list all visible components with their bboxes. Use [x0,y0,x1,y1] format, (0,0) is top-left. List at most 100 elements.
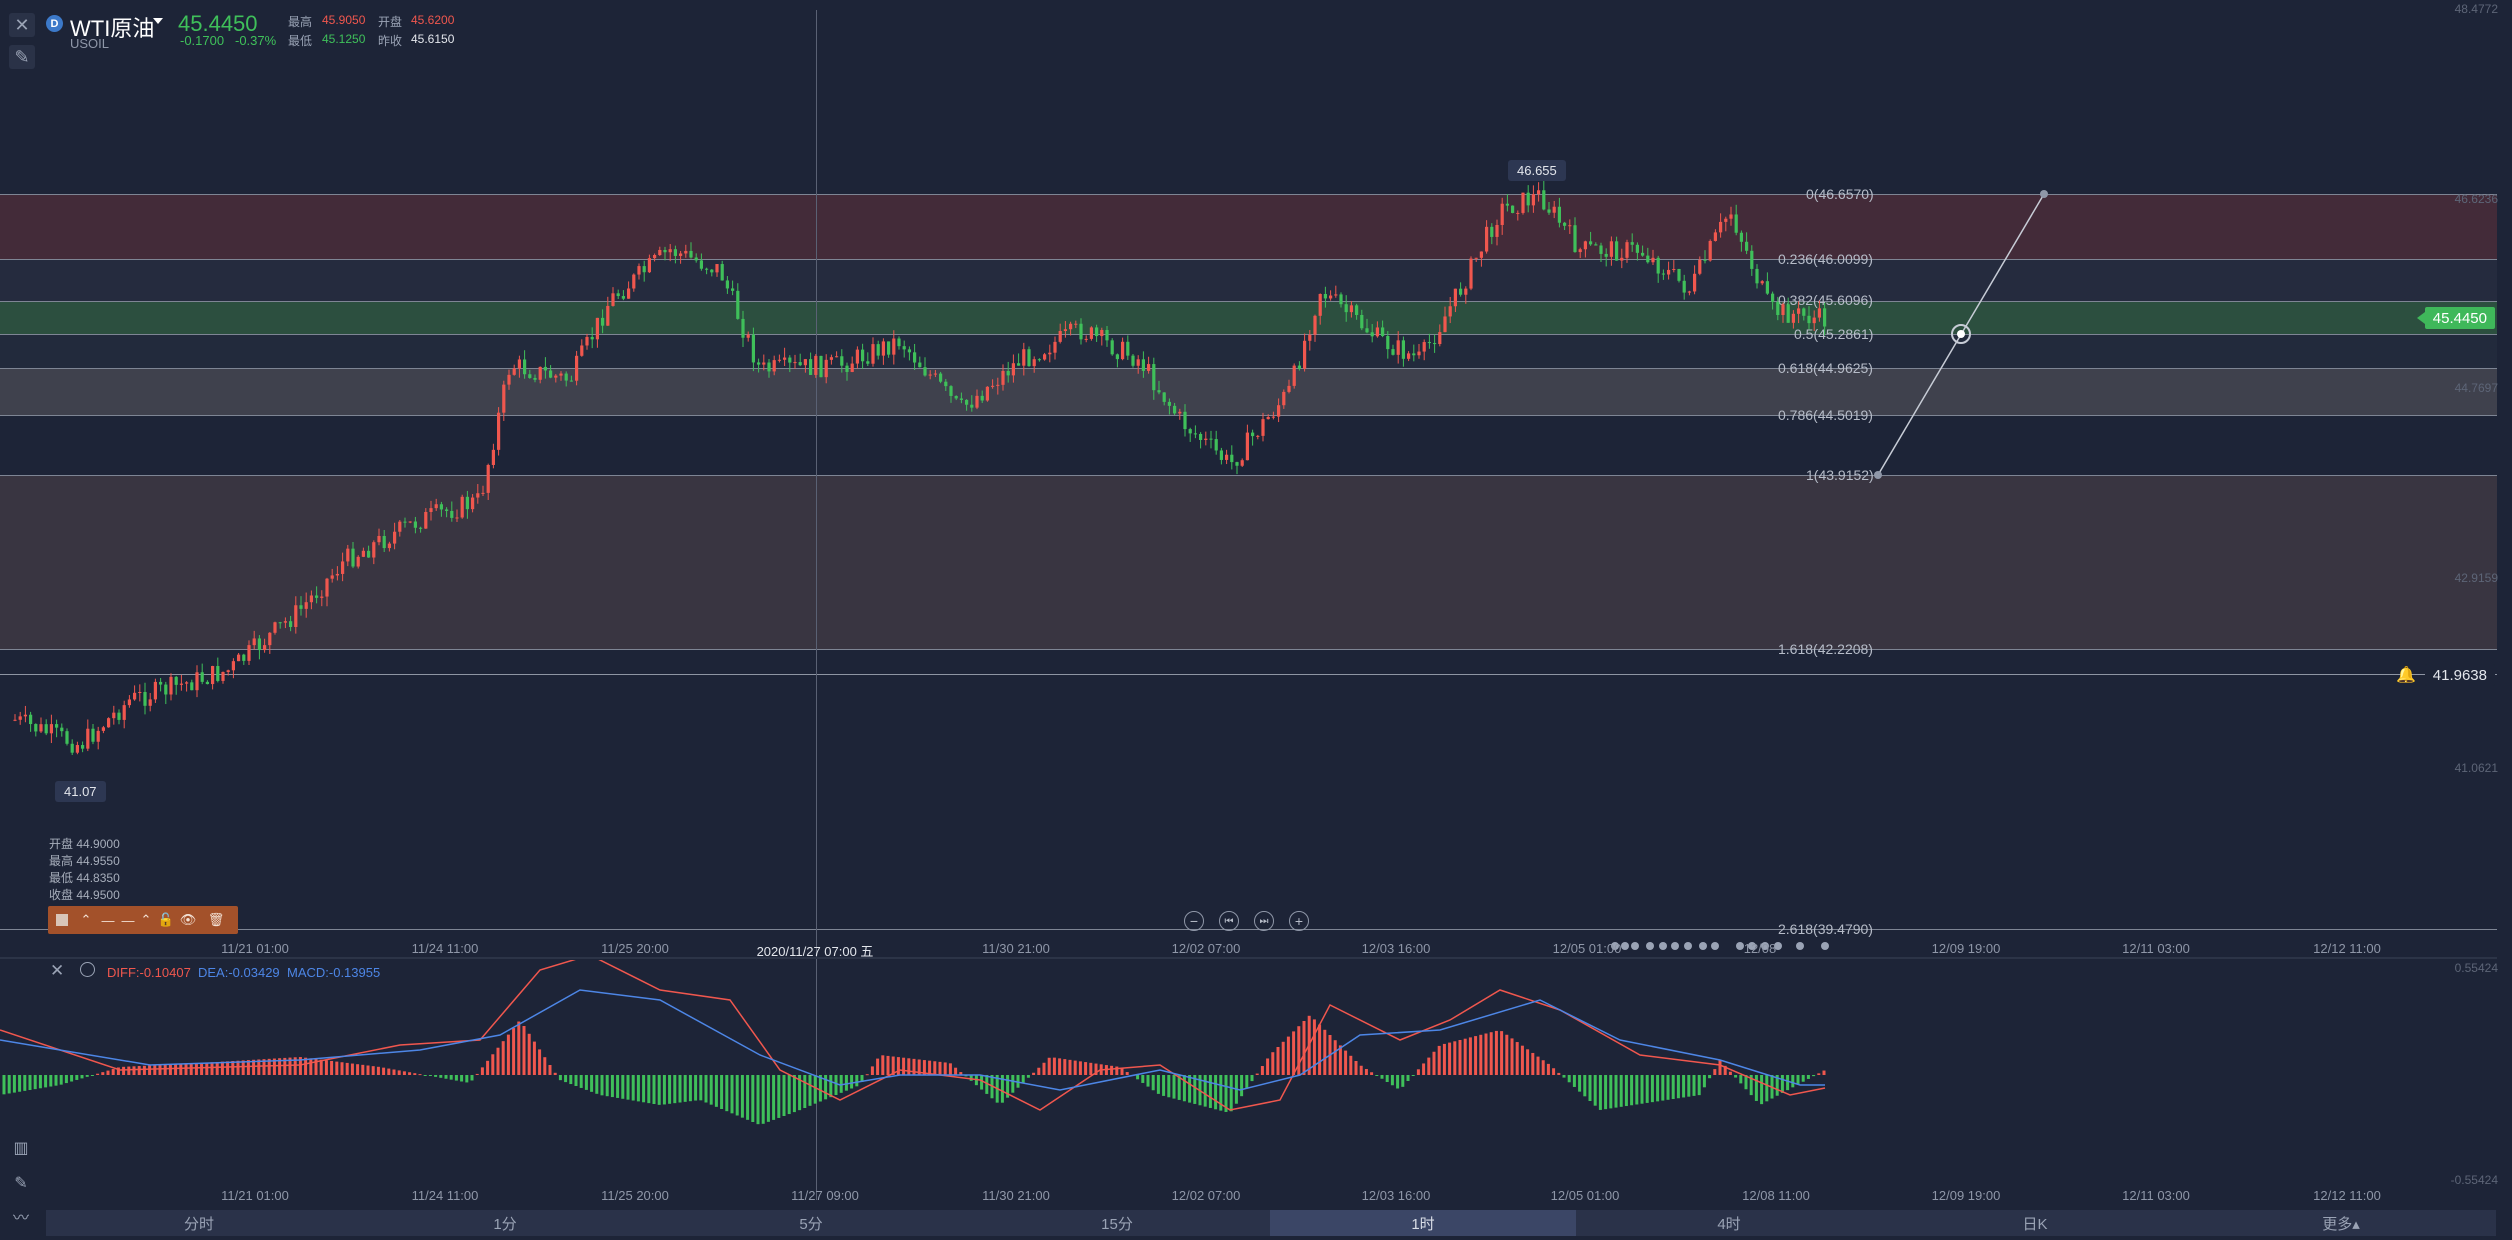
trash-icon[interactable]: 🗑 [208,912,225,928]
macd-chart[interactable] [0,960,2497,1190]
candle-body [179,683,183,685]
macd-histogram-bar [1583,1075,1587,1097]
alert-price-tag[interactable]: 41.9638 [2424,664,2495,686]
tab-more[interactable]: 更多▴ [2188,1210,2494,1236]
candle-body [1136,359,1140,366]
candlestick-chart[interactable] [0,0,2497,950]
lock-icon[interactable]: 🔓 [158,912,174,928]
chevron-up-icon[interactable]: ⌃ [78,912,94,928]
candle-body [1594,244,1598,246]
chevron-up-icon[interactable]: ⌃ [138,912,154,928]
macd-histogram-bar [584,1075,588,1090]
candle-body [757,362,761,365]
candle-body [1469,258,1473,289]
macd-histogram-bar [865,1074,869,1076]
tab-timeframe[interactable]: 15分 [964,1210,1270,1236]
candle-body [533,377,537,380]
candle-body [1178,411,1182,414]
macd-histogram-bar [746,1075,750,1120]
candle-body [341,561,345,574]
pencil-icon[interactable]: ✎ [8,1170,34,1196]
candle-body [991,385,995,387]
candle-body [117,712,121,720]
candle-body [460,496,464,518]
macd-histogram-bar [1692,1075,1696,1096]
candle-body [1583,241,1587,250]
macd-histogram-bar [647,1075,651,1104]
candle-body [1646,255,1650,263]
candle-body [1074,323,1078,325]
candle-body [1708,240,1712,261]
indicator-icon[interactable]: ▥ [8,1135,34,1161]
tab-timeframe[interactable]: 4时 [1576,1210,1882,1236]
tab-timeframe[interactable]: 5分 [658,1210,964,1236]
candle-body [1313,315,1317,335]
macd-histogram-bar [33,1075,37,1090]
macd-histogram-bar [1479,1034,1483,1075]
candle-body [897,338,901,347]
macd-histogram-bar [844,1075,848,1091]
candle-body [1297,365,1301,369]
pane-separator[interactable] [0,957,2497,959]
candle-body [1225,454,1229,460]
time-axis-label: 11/25 20:00 [601,1188,669,1203]
macd-histogram-bar [1037,1067,1041,1075]
candle-body [1724,218,1728,222]
tab-timeframe-active[interactable]: 1时 [1270,1210,1576,1236]
macd-histogram-bar [605,1075,609,1097]
macd-histogram-bar [1058,1058,1062,1075]
macd-histogram-bar [902,1057,906,1075]
macd-histogram-bar [158,1065,162,1075]
chart-type-icon[interactable]: 〰 [8,1203,34,1229]
macd-histogram-bar [179,1063,183,1075]
candle-body [1661,273,1665,275]
macd-histogram-bar [631,1075,635,1101]
macd-histogram-bar [1661,1075,1665,1101]
tab-timeframe[interactable]: 日K [1882,1210,2188,1236]
tab-timeframe[interactable]: 分时 [46,1210,352,1236]
macd-histogram-bar [1754,1075,1758,1101]
candle-body [174,676,178,685]
candle-body [481,492,485,494]
candle-body [647,258,651,273]
macd-histogram-bar [590,1075,594,1092]
eye-icon[interactable]: 👁 [180,912,197,928]
candle-body [835,356,839,358]
tab-timeframe[interactable]: 1分 [352,1210,658,1236]
macd-histogram-bar [1468,1037,1472,1075]
candle-body [49,724,53,734]
macd-histogram-bar [943,1062,947,1075]
ohlc-low: 最低 44.8350 [49,871,120,885]
macd-histogram-bar [1286,1036,1290,1075]
ohlc-close: 收盘 44.9500 [49,888,120,902]
scroll-start-button[interactable]: ⏮ [1219,911,1239,931]
bell-icon[interactable]: 🔔 [2396,665,2416,685]
candle-body [611,293,615,306]
candle-body [1219,450,1223,460]
candle-body [502,384,506,413]
candle-body [1620,257,1624,261]
candle-body [1339,294,1343,305]
macd-histogram-bar [1406,1075,1410,1081]
macd-histogram-bar [1359,1065,1363,1075]
macd-histogram-bar [1463,1038,1467,1075]
candle-body [382,535,386,549]
macd-histogram-bar [309,1058,313,1075]
scroll-end-button[interactable]: ⏭ [1254,911,1274,931]
zoom-out-button[interactable]: − [1184,911,1204,931]
macd-histogram-bar [1546,1063,1550,1075]
event-markers[interactable] [1600,938,1840,954]
candle-body [902,346,906,350]
zoom-in-button[interactable]: + [1289,911,1309,931]
max-price-marker: 46.655 [1508,160,1566,181]
candle-body [315,595,319,598]
line-width-icon[interactable]: — [120,912,136,928]
candle-body [954,395,958,399]
line-style-icon[interactable]: — [100,912,116,928]
time-axis-label: 12/05 01:00 [1550,1188,1620,1203]
macd-histogram-bar [1786,1075,1790,1091]
macd-histogram-bar [1801,1075,1805,1082]
candle-body [736,290,740,319]
macd-histogram-bar [127,1066,131,1075]
color-square-icon[interactable] [54,912,70,928]
